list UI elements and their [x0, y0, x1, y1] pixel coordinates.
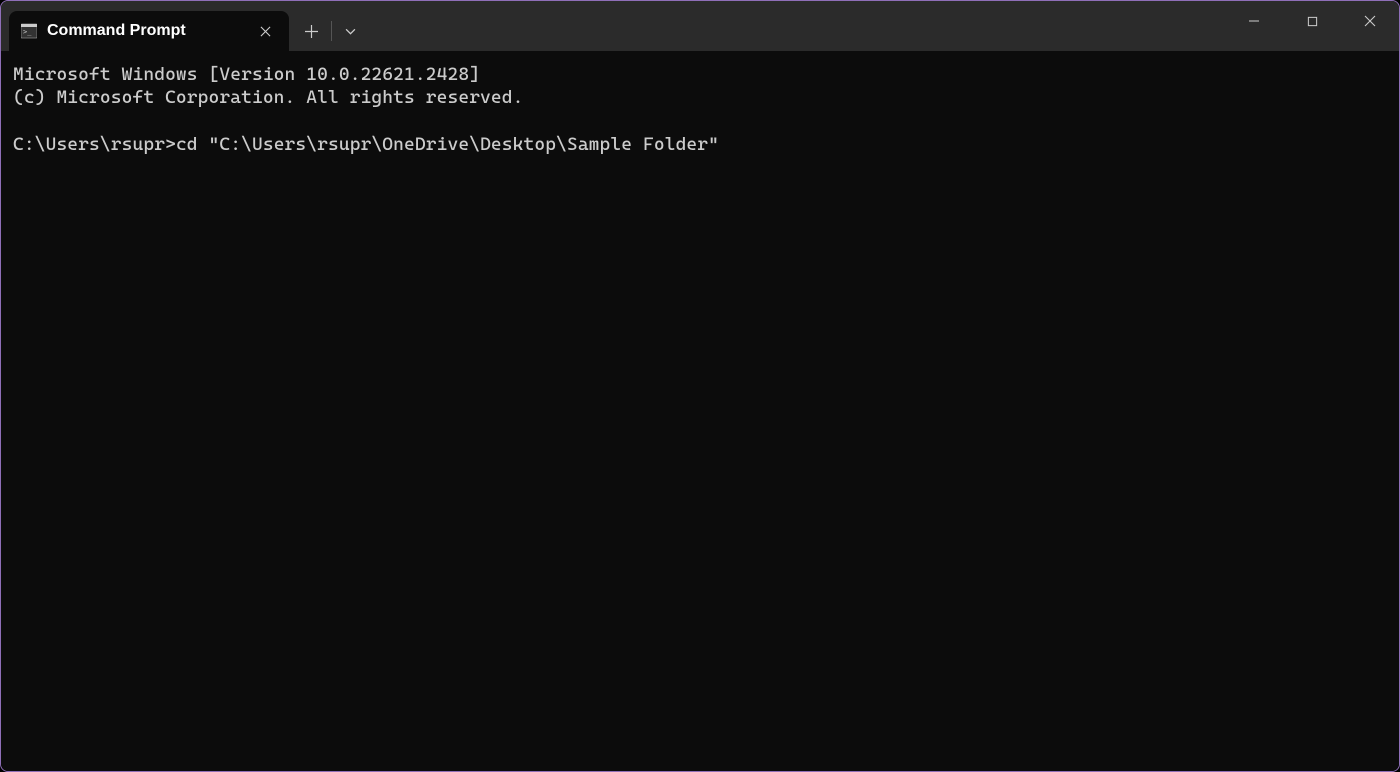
terminal-output[interactable]: Microsoft Windows [Version 10.0.22621.24…: [1, 51, 1399, 771]
prompt: C:\Users\rsupr>: [13, 134, 176, 155]
tab-content: >_ Command Prompt: [21, 22, 186, 40]
tab-dropdown-button[interactable]: [334, 16, 366, 46]
close-tab-button[interactable]: [255, 21, 275, 41]
tab-actions: [289, 11, 370, 51]
window-controls: [1225, 1, 1399, 51]
blank-line: [13, 110, 1387, 133]
tab-title: Command Prompt: [47, 22, 186, 40]
command-text: cd "C:\Users\rsupr\OneDrive\Desktop\Samp…: [176, 134, 719, 155]
tab-command-prompt[interactable]: >_ Command Prompt: [9, 11, 289, 51]
title-bar: >_ Command Prompt: [1, 1, 1399, 51]
terminal-icon: >_: [21, 23, 37, 39]
minimize-button[interactable]: [1225, 1, 1283, 41]
command-line: C:\Users\rsupr>cd "C:\Users\rsupr\OneDri…: [13, 133, 1387, 156]
terminal-window: >_ Command Prompt: [0, 0, 1400, 772]
version-line: Microsoft Windows [Version 10.0.22621.24…: [13, 63, 1387, 86]
close-window-button[interactable]: [1341, 1, 1399, 41]
maximize-button[interactable]: [1283, 1, 1341, 41]
svg-text:>_: >_: [23, 28, 32, 36]
tab-divider: [331, 21, 332, 41]
new-tab-button[interactable]: [293, 16, 329, 46]
copyright-line: (c) Microsoft Corporation. All rights re…: [13, 86, 1387, 109]
tabs-area: >_ Command Prompt: [9, 1, 370, 51]
